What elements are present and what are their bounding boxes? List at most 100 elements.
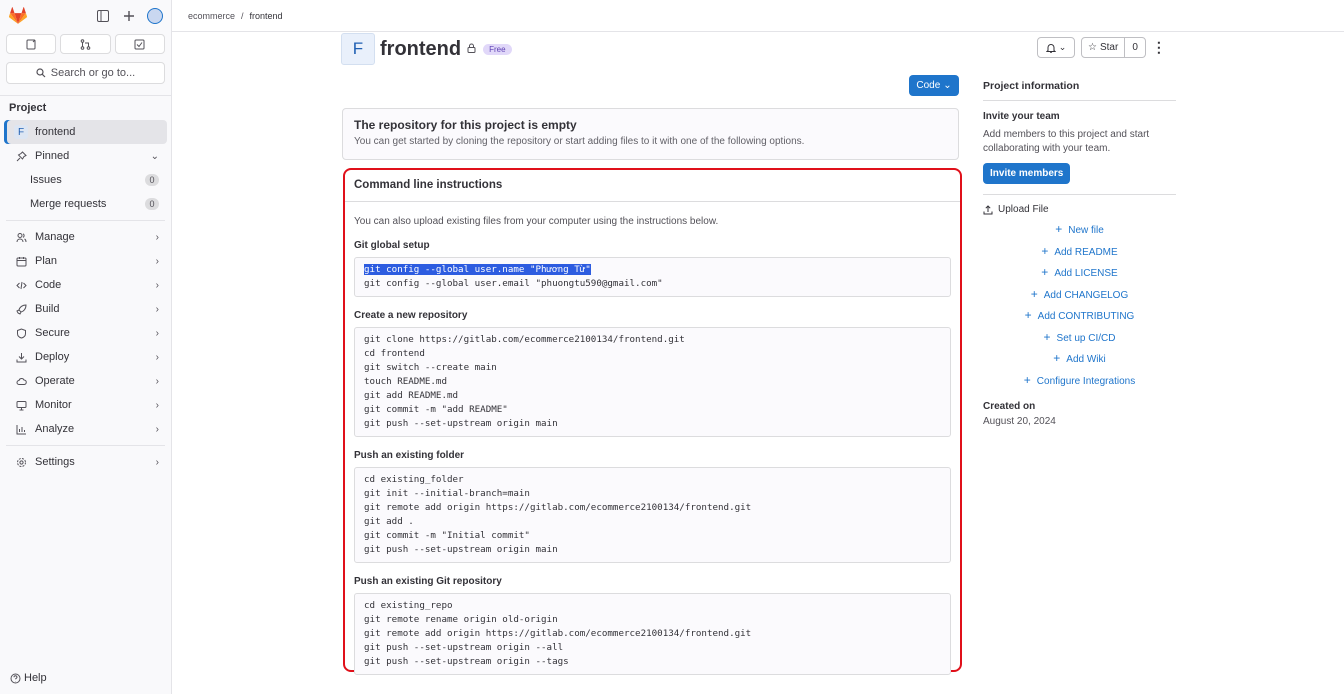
add-contributing-link[interactable]: + Add CONTRIBUTING <box>983 305 1176 327</box>
breadcrumb-separator: / <box>241 10 244 21</box>
code-dropdown-button[interactable]: Code ⌄ <box>909 75 959 96</box>
star-count[interactable]: 0 <box>1124 38 1145 57</box>
global-setup-code[interactable]: git config --global user.name "Phương Từ… <box>354 257 951 297</box>
sidebar-section-title: Project <box>0 95 171 120</box>
chevron-right-icon: › <box>155 351 159 363</box>
gear-icon <box>14 457 28 468</box>
upload-file-link[interactable]: Upload File <box>983 204 1176 215</box>
chevron-right-icon: › <box>155 255 159 267</box>
sidebar-item-code[interactable]: Code › <box>4 273 167 297</box>
sidebar-counters <box>0 32 171 56</box>
existing-repo-title: Push an existing Git repository <box>354 576 502 587</box>
chevron-down-icon: ⌄ <box>150 150 159 162</box>
upload-file-label: Upload File <box>998 204 1049 215</box>
project-header: F frontend Free <box>341 33 512 65</box>
more-actions-icon[interactable]: ⋮ <box>1152 39 1166 56</box>
sidebar-item-label: Analyze <box>35 423 75 435</box>
empty-repository-notice: The repository for this project is empty… <box>342 108 959 160</box>
sidebar-item-deploy[interactable]: Deploy › <box>4 345 167 369</box>
tier-badge: Free <box>483 43 512 55</box>
plus-icon: + <box>1030 286 1038 301</box>
toggle-sidebar-icon[interactable] <box>95 8 111 24</box>
breadcrumb-group-link[interactable]: ecommerce <box>188 11 235 21</box>
bell-icon <box>1045 43 1056 53</box>
sidebar-item-analyze[interactable]: Analyze › <box>4 417 167 441</box>
sidebar-item-plan[interactable]: Plan › <box>4 249 167 273</box>
new-repository-title: Create a new repository <box>354 310 468 321</box>
search-label: Search or go to... <box>50 67 136 79</box>
link-label: Add LICENSE <box>1054 268 1118 279</box>
chevron-down-icon: ⌄ <box>943 80 952 91</box>
sidebar-item-label: Issues <box>30 174 62 186</box>
link-label: Add CHANGELOG <box>1043 289 1129 301</box>
todos-counter-icon[interactable] <box>114 34 165 54</box>
star-button[interactable]: ☆ Star 0 <box>1081 37 1146 58</box>
sidebar-item-project[interactable]: F frontend <box>4 120 167 144</box>
plus-icon: + <box>1041 265 1049 279</box>
link-label: Add README <box>1054 246 1118 258</box>
sidebar-item-operate[interactable]: Operate › <box>4 369 167 393</box>
existing-folder-title: Push an existing folder <box>354 450 465 461</box>
code-button-label: Code <box>916 80 941 91</box>
project-actions: ⌄ ☆ Star 0 ⋮ <box>1037 37 1166 58</box>
add-wiki-link[interactable]: + Add Wiki <box>983 348 1176 370</box>
sidebar-item-monitor[interactable]: Monitor › <box>4 393 167 417</box>
plus-icon: + <box>1024 308 1032 322</box>
code-line[interactable]: git config --global user.email "phuongtu… <box>364 278 663 289</box>
existing-repo-code[interactable]: cd existing_repo git remote rename origi… <box>354 593 951 675</box>
plus-icon[interactable] <box>121 8 137 24</box>
chevron-right-icon: › <box>155 423 159 435</box>
sidebar-item-label: Monitor <box>35 399 72 411</box>
help-label: Help <box>24 672 47 684</box>
quick-actions-list: + New file + Add README + Add LICENSE + Add … <box>983 219 1176 391</box>
help-button[interactable]: Help <box>10 672 47 684</box>
sidebar-top <box>0 0 171 32</box>
help-icon <box>10 673 21 683</box>
sidebar-item-merge-requests[interactable]: Merge requests 0 <box>4 192 167 216</box>
existing-folder-code[interactable]: cd existing_folder git init --initial-br… <box>354 467 951 563</box>
breadcrumb: ecommerce / frontend <box>172 0 1344 32</box>
sidebar-item-label: Pinned <box>35 150 70 162</box>
plus-icon: + <box>1055 222 1063 236</box>
sidebar-item-label: Manage <box>35 231 75 243</box>
breadcrumb-project-link[interactable]: frontend <box>250 11 283 21</box>
add-readme-link[interactable]: + Add README <box>983 241 1176 263</box>
add-license-link[interactable]: + Add LICENSE <box>983 262 1176 284</box>
new-repository-code[interactable]: git clone https://gitlab.com/ecommerce21… <box>354 327 951 437</box>
chevron-right-icon: › <box>155 375 159 387</box>
code-icon <box>14 280 28 291</box>
sidebar-item-label: Operate <box>35 375 75 387</box>
search-icon <box>36 68 46 78</box>
configure-integrations-link[interactable]: + Configure Integrations <box>983 370 1176 392</box>
new-file-link[interactable]: + New file <box>983 219 1176 241</box>
gitlab-logo-icon[interactable] <box>8 6 28 26</box>
user-avatar[interactable] <box>147 8 163 24</box>
sidebar-item-label: frontend <box>35 126 76 138</box>
sidebar-item-manage[interactable]: Manage › <box>4 225 167 249</box>
add-changelog-link[interactable]: + Add CHANGELOG <box>983 284 1176 306</box>
sidebar-divider <box>6 220 165 221</box>
issues-counter-icon[interactable] <box>6 34 57 54</box>
star-icon: ☆ <box>1088 42 1097 53</box>
chevron-right-icon: › <box>155 279 159 291</box>
notification-dropdown[interactable]: ⌄ <box>1037 37 1075 58</box>
pin-icon <box>14 150 28 162</box>
sidebar-item-secure[interactable]: Secure › <box>4 321 167 345</box>
sidebar-item-settings[interactable]: Settings › <box>4 450 167 474</box>
selected-code-line[interactable]: git config --global user.name "Phương Từ… <box>364 264 591 275</box>
cloud-icon <box>14 376 28 387</box>
sidebar-item-label: Deploy <box>35 351 70 363</box>
setup-cicd-link[interactable]: + Set up CI/CD <box>983 327 1176 349</box>
empty-repository-title: The repository for this project is empty <box>354 118 577 132</box>
sidebar-item-label: Secure <box>35 327 70 339</box>
sidebar-item-pinned[interactable]: Pinned ⌄ <box>4 144 167 168</box>
merge-requests-counter-icon[interactable] <box>60 34 111 54</box>
sidebar-item-issues[interactable]: Issues 0 <box>4 168 167 192</box>
chevron-right-icon: › <box>155 303 159 315</box>
search-button[interactable]: Search or go to... <box>6 62 165 84</box>
sidebar-item-build[interactable]: Build › <box>4 297 167 321</box>
users-icon <box>14 232 28 243</box>
chevron-right-icon: › <box>155 399 159 411</box>
count-badge: 0 <box>145 198 159 210</box>
invite-members-button[interactable]: Invite members <box>983 163 1071 184</box>
